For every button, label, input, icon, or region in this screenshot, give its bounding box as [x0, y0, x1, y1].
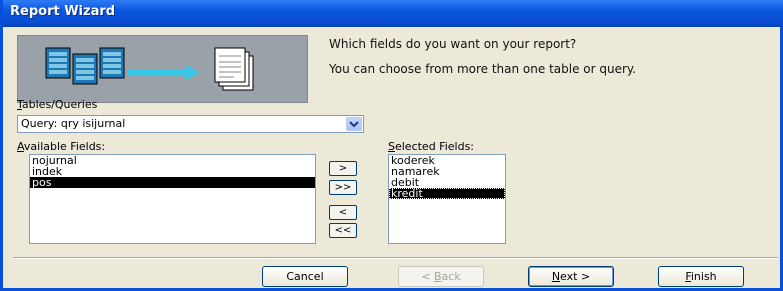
back-button[interactable]: < Back — [398, 266, 484, 287]
selected-fields-label-text: elected Fields: — [394, 140, 475, 153]
available-fields-list[interactable]: nojurnal indek pos — [29, 154, 316, 244]
selected-fields-list[interactable]: koderek namarek debit kredit — [388, 154, 506, 244]
available-fields-label-text: vailable Fields: — [23, 140, 106, 153]
next-button[interactable]: Next > — [528, 266, 614, 287]
report-wizard-graphic — [17, 35, 308, 103]
add-one-button[interactable]: > — [329, 161, 357, 176]
available-fields-mnemonic: A — [17, 140, 24, 153]
window-title: Report Wizard — [10, 4, 116, 19]
window-titlebar[interactable]: Report Wizard — [3, 0, 783, 27]
combobox-dropdown-button[interactable] — [346, 117, 362, 131]
finish-button[interactable]: Finish — [658, 266, 744, 287]
available-field-item[interactable]: indek — [30, 166, 315, 177]
tables-queries-label-text: ables/Queries — [21, 98, 98, 111]
back-button-prefix: < — [421, 270, 434, 283]
next-button-suffix: ext > — [560, 270, 591, 283]
available-field-item[interactable]: nojurnal — [30, 155, 315, 166]
remove-all-button[interactable]: << — [329, 223, 357, 238]
prompt-hint: You can choose from more than one table … — [329, 62, 637, 76]
selected-field-item-selected[interactable]: kredit — [389, 188, 505, 199]
report-wizard-window: Report Wizard Which fields do you want o… — [0, 0, 783, 291]
cancel-button[interactable]: Cancel — [262, 266, 348, 287]
available-fields-label: Available Fields: — [17, 140, 105, 153]
prompt-question: Which fields do you want on your report? — [329, 37, 577, 51]
footer-separator — [13, 257, 778, 259]
tables-queries-value: Query: qry isijurnal — [21, 117, 126, 130]
next-button-mnemonic: N — [551, 270, 561, 283]
selected-fields-mnemonic: S — [388, 140, 395, 153]
available-field-item-selected[interactable]: pos — [30, 177, 315, 188]
back-button-suffix: ack — [441, 270, 461, 283]
wizard-illustration-icon — [45, 47, 254, 91]
finish-button-suffix: inish — [690, 270, 717, 283]
chevron-down-icon — [349, 121, 359, 128]
remove-one-button[interactable]: < — [329, 205, 357, 220]
tables-queries-label: Tables/Queries — [17, 98, 97, 111]
tables-queries-combobox[interactable]: Query: qry isijurnal — [17, 115, 364, 133]
back-button-mnemonic: B — [434, 270, 442, 283]
add-all-button[interactable]: >> — [329, 180, 357, 195]
selected-fields-label: Selected Fields: — [388, 140, 474, 153]
